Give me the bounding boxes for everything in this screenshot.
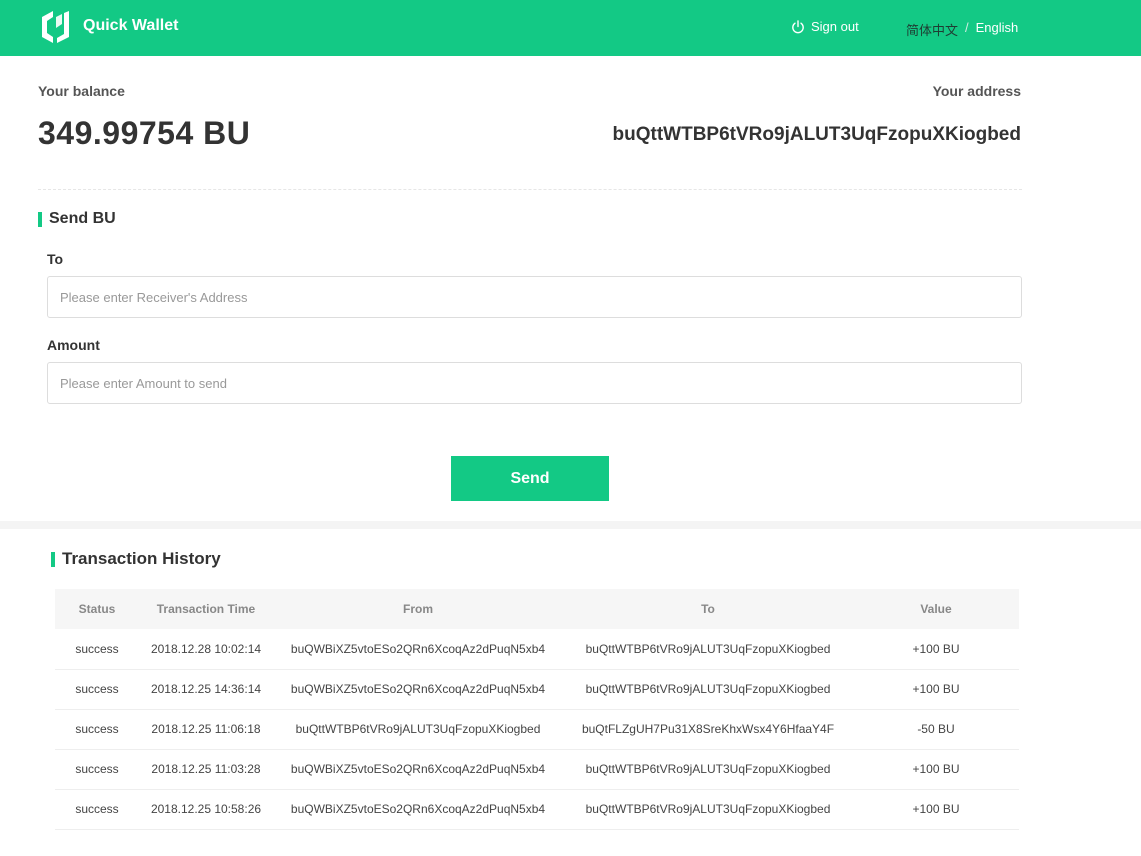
amount-label: Amount	[47, 337, 100, 353]
cell-from: buQttWTBP6tVRo9jALUT3UqFzopuXKiogbed	[273, 709, 563, 750]
lang-separator: /	[965, 20, 969, 35]
cell-time: 2018.12.25 11:06:18	[139, 709, 273, 750]
cell-value: +100 BU	[853, 669, 1019, 710]
cell-to: buQttWTBP6tVRo9jALUT3UqFzopuXKiogbed	[563, 749, 853, 790]
send-section-title: Send BU	[38, 210, 116, 228]
lang-chinese-link[interactable]: 简体中文	[906, 20, 958, 39]
cell-from: buQWBiXZ5vtoESo2QRn6XcoqAz2dPuqN5xb4	[273, 789, 563, 830]
table-header-row: Status Transaction Time From To Value	[55, 589, 1019, 629]
quick-wallet-logo-icon[interactable]	[40, 11, 70, 43]
to-label: To	[47, 251, 64, 267]
column-header-status: Status	[55, 589, 139, 629]
title-accent-bar	[51, 551, 55, 567]
app-title[interactable]: Quick Wallet	[83, 17, 178, 35]
cell-to: buQttWTBP6tVRo9jALUT3UqFzopuXKiogbed	[563, 669, 853, 710]
cell-to: buQttWTBP6tVRo9jALUT3UqFzopuXKiogbed	[563, 789, 853, 830]
column-header-value: Value	[853, 589, 1019, 629]
power-icon	[792, 19, 804, 33]
receiver-address-input[interactable]	[47, 276, 1022, 318]
cell-value: +100 BU	[853, 629, 1019, 670]
table-row: success 2018.12.25 14:36:14 buQWBiXZ5vto…	[55, 669, 1019, 710]
lang-english-link[interactable]: English	[976, 20, 1019, 39]
sign-out-label: Sign out	[811, 19, 859, 34]
cell-from: buQWBiXZ5vtoESo2QRn6XcoqAz2dPuqN5xb4	[273, 629, 563, 670]
sign-out-button[interactable]: Sign out	[791, 19, 859, 34]
amount-input[interactable]	[47, 362, 1022, 404]
table-row: success 2018.12.25 11:03:28 buQWBiXZ5vto…	[55, 749, 1019, 790]
top-bar: Quick Wallet Sign out 简体中文 / English	[0, 0, 1141, 56]
cell-value: +100 BU	[853, 749, 1019, 790]
column-header-from: From	[273, 589, 563, 629]
column-header-to: To	[563, 589, 853, 629]
history-section-title: Transaction History	[51, 549, 221, 569]
language-switcher: 简体中文 / English	[906, 20, 1018, 39]
title-accent-bar	[38, 211, 42, 227]
section-separator	[0, 521, 1141, 529]
address-value: buQttWTBP6tVRo9jALUT3UqFzopuXKiogbed	[612, 124, 1021, 145]
transaction-history-table: Status Transaction Time From To Value su…	[55, 589, 1019, 830]
cell-time: 2018.12.28 10:02:14	[139, 629, 273, 670]
cell-status: success	[55, 749, 139, 790]
cell-value: -50 BU	[853, 709, 1019, 750]
cell-status: success	[55, 629, 139, 670]
table-row: success 2018.12.28 10:02:14 buQWBiXZ5vto…	[55, 629, 1019, 670]
cell-status: success	[55, 789, 139, 830]
cell-time: 2018.12.25 14:36:14	[139, 669, 273, 710]
cell-time: 2018.12.25 10:58:26	[139, 789, 273, 830]
cell-time: 2018.12.25 11:03:28	[139, 749, 273, 790]
history-title-text: Transaction History	[62, 549, 221, 568]
table-row: success 2018.12.25 11:06:18 buQttWTBP6tV…	[55, 709, 1019, 750]
column-header-time: Transaction Time	[139, 589, 273, 629]
section-divider	[38, 189, 1022, 190]
balance-value: 349.99754 BU	[38, 115, 251, 151]
address-label: Your address	[932, 83, 1021, 99]
cell-to: buQttWTBP6tVRo9jALUT3UqFzopuXKiogbed	[563, 629, 853, 670]
balance-label: Your balance	[38, 83, 125, 99]
cell-from: buQWBiXZ5vtoESo2QRn6XcoqAz2dPuqN5xb4	[273, 669, 563, 710]
table-row: success 2018.12.25 10:58:26 buQWBiXZ5vto…	[55, 789, 1019, 830]
cell-status: success	[55, 669, 139, 710]
send-title-text: Send BU	[49, 210, 116, 227]
cell-from: buQWBiXZ5vtoESo2QRn6XcoqAz2dPuqN5xb4	[273, 749, 563, 790]
cell-status: success	[55, 709, 139, 750]
cell-value: +100 BU	[853, 789, 1019, 830]
send-button[interactable]: Send	[451, 456, 609, 501]
cell-to: buQtFLZgUH7Pu31X8SreKhxWsx4Y6HfaaY4F	[563, 709, 853, 750]
